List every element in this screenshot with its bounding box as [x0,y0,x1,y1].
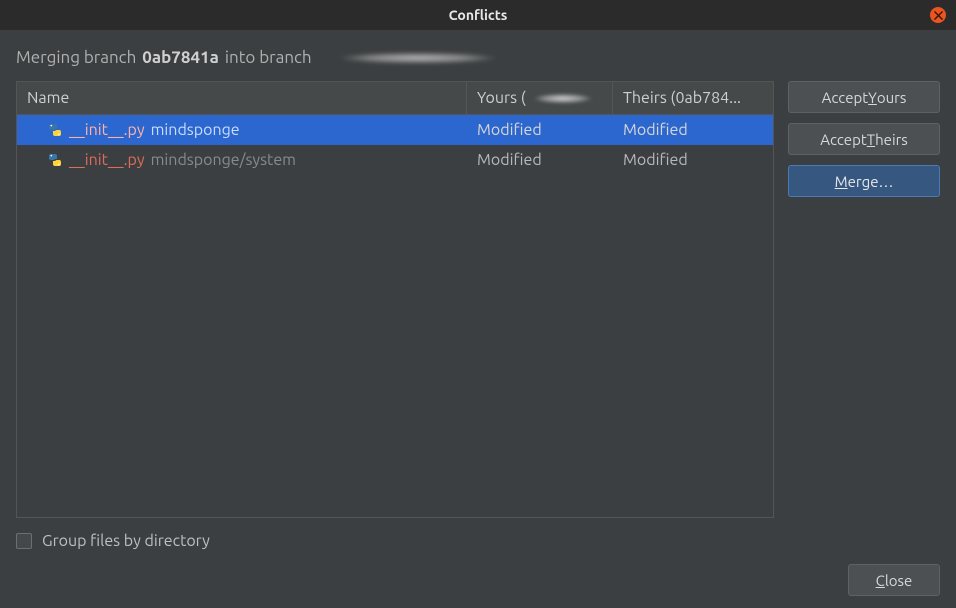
table-row[interactable]: __init__.py mindsponge/system ModifiedModi… [17,145,773,175]
cell-name: __init__.py mindsponge/system [17,151,467,169]
file-path: mindsponge [151,121,240,139]
merge-prefix: Merging branch [16,48,136,67]
group-by-directory-checkbox[interactable] [16,533,32,549]
merge-mid: into branch [225,48,312,67]
file-name: __init__.py [69,121,145,139]
cell-theirs: Modified [613,151,773,169]
col-header-theirs[interactable]: Theirs (0ab784... [613,82,773,114]
table-header: Name Yours ( Theirs (0ab784... [17,82,773,115]
merge-branch-into-redacted [318,50,518,66]
col-header-name[interactable]: Name [17,82,467,114]
col-header-yours[interactable]: Yours ( [467,82,613,114]
merge-description: Merging branch 0ab7841a into branch [16,48,940,67]
close-icon[interactable] [930,7,946,23]
python-file-icon [47,152,63,168]
cell-yours: Modified [467,121,613,139]
dialog-content: Merging branch 0ab7841a into branch Name… [0,30,956,608]
merge-branch-from: 0ab7841a [142,48,219,67]
conflicts-table: Name Yours ( Theirs (0ab784... __init__.… [16,81,774,518]
yours-branch-redacted [526,92,600,105]
close-button[interactable]: Close [848,564,940,596]
cell-theirs: Modified [613,121,773,139]
accept-theirs-button[interactable]: Accept Theirs [788,123,940,155]
group-by-directory-row[interactable]: Group files by directory [16,532,940,550]
file-path: mindsponge/system [151,151,296,169]
accept-yours-button[interactable]: Accept Yours [788,81,940,113]
cell-name: __init__.py mindsponge [17,121,467,139]
dialog-footer: Close [16,564,940,596]
main-row: Name Yours ( Theirs (0ab784... __init__.… [16,81,940,518]
window-title: Conflicts [449,7,508,23]
cell-yours: Modified [467,151,613,169]
titlebar: Conflicts [0,0,956,30]
file-name: __init__.py [69,151,145,169]
table-row[interactable]: __init__.py mindsponge ModifiedModified [17,115,773,145]
side-buttons: Accept Yours Accept Theirs Merge… [788,81,940,518]
table-body: __init__.pymindspongeModifiedModified__i… [17,115,773,517]
merge-button[interactable]: Merge… [788,165,940,197]
group-by-directory-label: Group files by directory [42,532,210,550]
python-file-icon [47,122,63,138]
